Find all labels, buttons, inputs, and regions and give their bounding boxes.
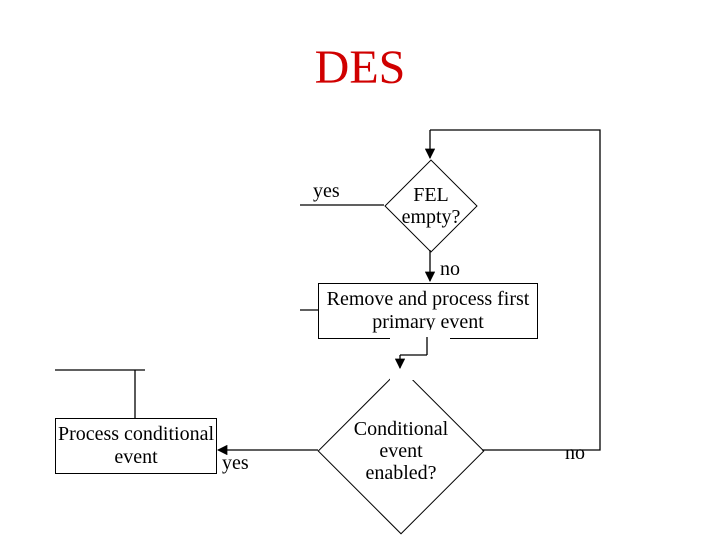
edge-label-yes-bottom: yes	[222, 452, 249, 475]
diagram-title: DES	[0, 40, 720, 95]
process-remove-primary-label: Remove and process first primary event	[319, 288, 537, 334]
process-remove-primary: Remove and process first primary event	[318, 283, 538, 339]
decision-fel-empty-label: FEL empty?	[399, 184, 463, 228]
edge-label-no-top: no	[440, 258, 460, 281]
process-conditional: Process conditional event	[55, 418, 217, 474]
decision-conditional-enabled: Conditional event enabled?	[318, 368, 485, 535]
edge-label-yes-top: yes	[313, 180, 340, 203]
process-conditional-label: Process conditional event	[56, 423, 216, 469]
decision-conditional-enabled-label: Conditional event enabled?	[343, 418, 459, 484]
edge-label-no-bottom: no	[565, 442, 585, 465]
decision-fel-empty: FEL empty?	[384, 159, 477, 252]
